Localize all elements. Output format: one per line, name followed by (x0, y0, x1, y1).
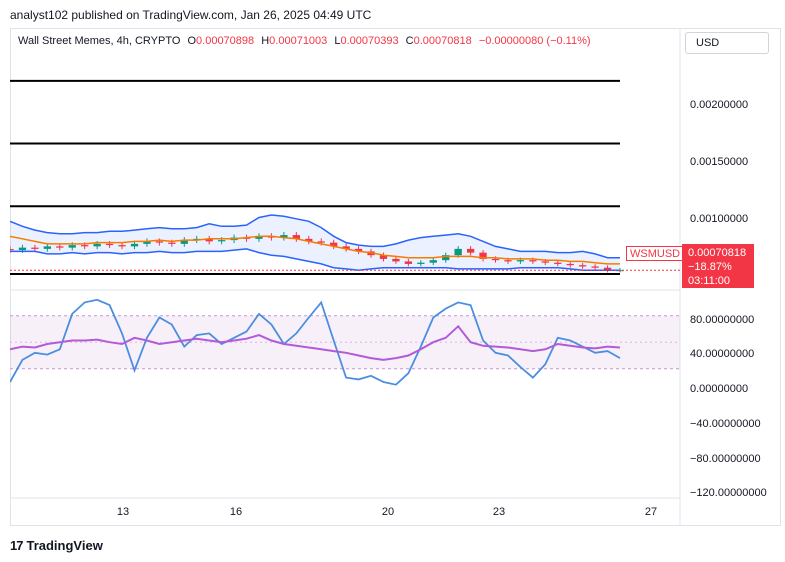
candle-body (217, 240, 226, 242)
price-tick: 0.00150000 (690, 156, 749, 168)
price-tick: 0.00100000 (690, 213, 749, 225)
symbol-price-tag: WSMUSD (626, 246, 685, 261)
candle-body (466, 248, 475, 253)
candle-body (529, 260, 537, 262)
oscillator-pane (10, 298, 680, 386)
time-tick: 23 (492, 506, 506, 518)
candle-body (10, 249, 14, 251)
candle-body (504, 260, 512, 262)
candle-body (18, 247, 27, 251)
time-tick: 16 (229, 506, 243, 518)
candle-body (578, 265, 587, 267)
bar-countdown: 03:11:00 (688, 275, 731, 287)
change-percent: −18.87% (688, 261, 732, 273)
last-price: 0.00070818 (688, 247, 747, 259)
tradingview-logo-icon: 17 (10, 538, 24, 553)
candle-body (392, 258, 400, 262)
osc-tick: −40.00000000 (690, 418, 761, 430)
time-tick: 13 (116, 506, 130, 518)
candle-body (317, 241, 325, 243)
candle-body (566, 263, 574, 266)
candle-body (491, 258, 500, 261)
last-price-box: 0.00070818 −18.87% 03:11:00 (682, 244, 754, 288)
candle-body (417, 262, 425, 264)
candle-body (130, 243, 139, 247)
candle-body (68, 245, 76, 248)
osc-tick: 40.00000000 (690, 348, 755, 360)
osc-tick: −120.00000000 (690, 487, 767, 499)
candle-body (155, 241, 164, 243)
time-tick: 20 (381, 506, 395, 518)
time-tick: 27 (644, 506, 658, 518)
candle-body (93, 243, 101, 247)
candle-body (516, 260, 525, 262)
brand-name: TradingView (26, 538, 103, 553)
candle-body (554, 262, 562, 264)
candle-body (56, 246, 64, 248)
candle-body (31, 247, 39, 249)
tradingview-brand[interactable]: 17 TradingView (10, 538, 103, 553)
candle-body (43, 246, 52, 249)
osc-tick: −80.00000000 (690, 453, 761, 465)
price-tick: 0.00200000 (690, 99, 749, 111)
candle-body (81, 245, 89, 247)
candle-body (105, 243, 114, 246)
osc-tick: 0.00000000 (690, 383, 749, 395)
candle-body (404, 261, 413, 264)
candle-body (168, 242, 176, 244)
candle-body (591, 266, 599, 268)
osc-tick: 80.00000000 (690, 314, 755, 326)
candle-body (541, 261, 549, 263)
candle-body (454, 248, 462, 256)
chart-svg (10, 28, 681, 526)
candle-body (429, 260, 437, 263)
candle-body (118, 245, 126, 247)
